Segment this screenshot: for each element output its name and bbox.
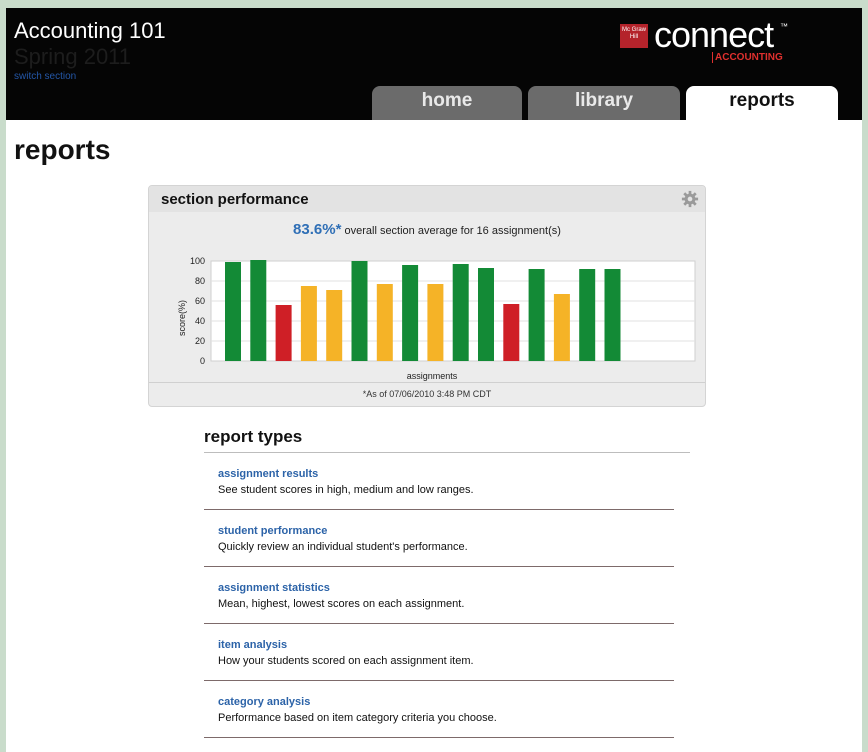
bar-assignment-4: [300, 286, 317, 361]
report-item-assignment-statistics: assignment statistics Mean, highest, low…: [204, 582, 674, 638]
bar-assignment-3: [275, 305, 292, 361]
report-description: Mean, highest, lowest scores on each ass…: [218, 598, 465, 610]
report-separator: [204, 623, 674, 624]
bar-assignment-2: [250, 260, 267, 361]
report-description: Quickly review an individual student's p…: [218, 541, 468, 553]
course-term: Spring 2011: [14, 44, 132, 69]
panel-header: section performance: [149, 186, 705, 212]
gear-icon[interactable]: [681, 190, 699, 208]
item-analysis-link[interactable]: item analysis: [218, 639, 287, 651]
report-separator: [204, 566, 674, 567]
report-separator: [204, 509, 674, 510]
y-tick-label: 20: [195, 336, 205, 346]
category-analysis-link[interactable]: category analysis: [218, 696, 310, 708]
bar-assignment-5: [326, 290, 343, 361]
bar-assignment-1: [225, 262, 241, 361]
average-label: overall section average for 16 assignmen…: [344, 225, 561, 237]
report-item-item-analysis: item analysis How your students scored o…: [204, 639, 674, 695]
report-item-category-analysis: category analysis Performance based on i…: [204, 696, 674, 752]
assignment-statistics-link[interactable]: assignment statistics: [218, 582, 330, 594]
y-tick-label: 60: [195, 296, 205, 306]
tab-reports[interactable]: reports: [686, 86, 838, 122]
student-performance-link[interactable]: student performance: [218, 525, 327, 537]
report-description: Performance based on item category crite…: [218, 712, 497, 724]
tab-home[interactable]: home: [372, 86, 522, 120]
panel-footnote: *As of 07/06/2010 3:48 PM CDT: [149, 382, 705, 407]
bar-assignment-16: [604, 269, 621, 361]
report-separator: [204, 680, 674, 681]
report-types-heading: report types: [204, 427, 303, 446]
header-bar: Accounting 101 Spring 2011 switch sectio…: [6, 8, 862, 122]
bar-assignment-9: [427, 284, 444, 361]
x-axis-label: assignments: [407, 371, 458, 381]
y-tick-label: 0: [200, 356, 205, 366]
connect-logo: connect: [654, 14, 774, 55]
report-description: See student scores in high, medium and l…: [218, 484, 474, 496]
report-item-assignment-results: assignment results See student scores in…: [204, 468, 674, 524]
mcgraw-hill-logo: Mc Graw Hill: [620, 24, 648, 48]
panel-title: section performance: [161, 191, 309, 208]
y-tick-label: 80: [195, 276, 205, 286]
section-average: 83.6%* overall section average for 16 as…: [149, 221, 705, 238]
bar-assignment-6: [351, 261, 368, 361]
bar-assignment-15: [579, 269, 596, 361]
report-item-student-performance: student performance Quickly review an in…: [204, 525, 674, 581]
tab-library[interactable]: library: [528, 86, 680, 120]
assignment-results-link[interactable]: assignment results: [218, 468, 318, 480]
section-performance-panel: section performance 83.6%* overall secti…: [148, 185, 706, 407]
report-types-divider: [204, 452, 690, 453]
y-tick-label: 100: [190, 256, 205, 266]
course-title: Accounting 101: [14, 18, 166, 43]
bar-assignment-11: [478, 268, 494, 361]
bar-assignment-13: [528, 269, 545, 361]
average-value: 83.6%*: [293, 221, 342, 238]
switch-section-link[interactable]: switch section: [14, 71, 76, 82]
bar-assignment-7: [376, 284, 393, 361]
performance-bar-chart: 100 80 60 40 20 0 score(%) assignments: [177, 256, 696, 381]
report-description: How your students scored on each assignm…: [218, 655, 474, 667]
bar-assignment-14: [553, 294, 570, 361]
app-frame: Accounting 101 Spring 2011 switch sectio…: [6, 8, 862, 752]
bar-assignment-10: [452, 264, 469, 361]
report-separator: [204, 737, 674, 738]
bar-assignment-8: [402, 265, 419, 361]
y-axis-label: score(%): [177, 300, 187, 336]
logo-trademark: ™: [780, 22, 788, 31]
logo-subtitle: ACCOUNTING: [712, 52, 783, 63]
page-title: reports: [14, 134, 111, 165]
bar-assignment-12: [503, 304, 520, 361]
y-tick-label: 40: [195, 316, 205, 326]
